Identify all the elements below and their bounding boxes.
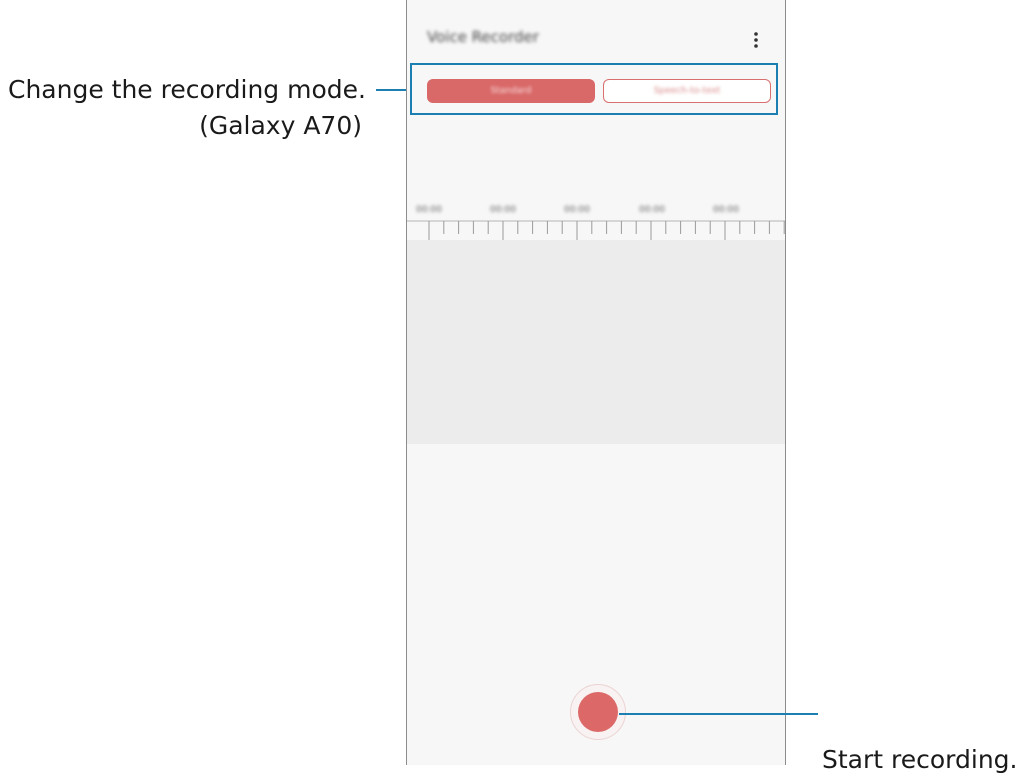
waveform-area — [407, 240, 785, 444]
mode-standard-button[interactable]: Standard — [427, 79, 595, 103]
app-title: Voice Recorder — [427, 28, 539, 46]
callout-mode-line2: (Galaxy A70) — [199, 111, 362, 140]
more-vertical-icon[interactable] — [749, 30, 763, 50]
callout-mode-line1: Change the recording mode. — [8, 75, 366, 104]
timeline-ruler: 00:00 00:00 00:00 00:00 00:00 — [407, 200, 785, 240]
mode-speech-to-text-label: Speech-to-text — [653, 86, 721, 96]
mode-highlight-box: Standard Speech-to-text — [410, 63, 778, 115]
callout-mode-leader — [376, 89, 410, 91]
mode-speech-to-text-button[interactable]: Speech-to-text — [603, 79, 771, 103]
phone-screen: Voice Recorder Standard Speech-to-text 0… — [406, 0, 786, 765]
record-icon — [578, 692, 618, 732]
timeline-ticks — [407, 220, 785, 240]
callout-record-leader — [619, 713, 818, 715]
record-button[interactable] — [570, 684, 626, 740]
mode-standard-label: Standard — [490, 86, 532, 96]
callout-record-text: Start recording. — [822, 745, 1018, 774]
